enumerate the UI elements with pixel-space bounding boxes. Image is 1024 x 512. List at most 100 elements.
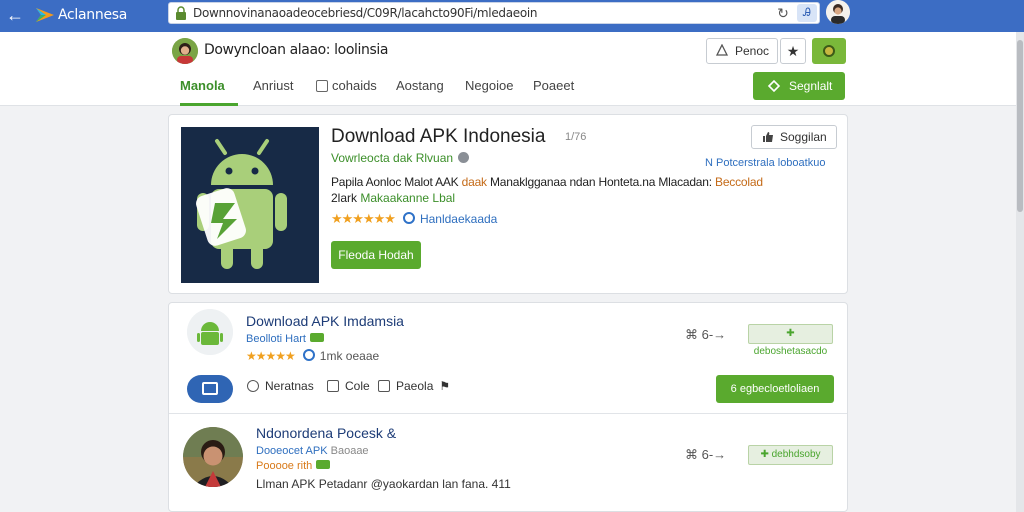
lock-icon (176, 6, 186, 20)
desc1-text-b: Manaklgganaa ndan Honteta.na Mlacadan: (486, 175, 716, 189)
scrollbar-thumb[interactable] (1017, 40, 1023, 212)
tag-icon (316, 460, 331, 469)
action-paeola[interactable]: Paeola ⚑ (378, 379, 450, 393)
desc2-text-a: 2lark (331, 191, 361, 205)
side-link[interactable]: N Potcerstrala loboatkuo (705, 157, 825, 169)
desc1-highlight-2: Beccolad (715, 175, 763, 189)
arrow-left-icon[interactable]: ← (6, 4, 24, 26)
app-subtitle: Vowrleocta dak Rlvuan (331, 151, 470, 165)
tab-negoioe[interactable]: Negoioe (465, 70, 513, 106)
android-item-icon (187, 309, 233, 355)
thumbs-up-icon (763, 132, 773, 142)
share-icon: ⌘ (685, 447, 698, 462)
person-avatar (183, 427, 243, 487)
item-1-rating: ★★★★★ 1mk oeaae (246, 349, 379, 363)
globe-icon (458, 152, 470, 163)
star-rating-icon: ★★★★★★ (331, 211, 396, 226)
item-2-title[interactable]: Ndonordena Pocesk & (256, 425, 396, 441)
action-cole-label: Cole (345, 379, 370, 393)
share-button[interactable]: Soggilan (751, 125, 837, 149)
tab-poaeet[interactable]: Poaeet (533, 70, 574, 106)
app-card: Download APK Indonesia 1/76 Vowrleocta d… (168, 114, 848, 294)
item-1-subtitle: Beolloti Hart (246, 333, 324, 345)
tab-manola[interactable]: Manola (180, 70, 238, 106)
url-bar[interactable]: Downnovinanaoadeocebriesd/C09R/lacahcto9… (168, 2, 820, 24)
app-title: Download APK Indonesia (331, 126, 546, 147)
person-photo-icon (183, 427, 243, 487)
app-list-card: Download APK Imdamsia Beolloti Hart ★★★★… (168, 302, 848, 512)
site-avatar[interactable] (172, 38, 198, 64)
tab-box-icon (316, 80, 328, 92)
tab-anriust[interactable]: Anriust (253, 70, 293, 106)
item-1-subtitle-text: Beolloti Hart (246, 333, 306, 345)
profile-avatar[interactable] (826, 0, 850, 24)
bell-icon (715, 44, 729, 56)
item-1-rating-text: 1mk oeaae (319, 349, 380, 363)
browser-toolbar: ← Aclannesa Downnovinanaoadeocebriesd/C0… (0, 0, 1024, 32)
status-button[interactable] (812, 38, 846, 64)
edit-icon (202, 382, 218, 395)
tab-cohaids[interactable]: cohaids (316, 70, 377, 106)
app-description-line-2: 2lark Makaakanne Lbal (331, 191, 455, 205)
clock-icon (247, 380, 259, 392)
app-description-line-1: Papila Aonloc Malot AAK daak Manaklggana… (331, 175, 763, 189)
app-rating-row: ★★★★★★ Hanldaekaada (331, 211, 497, 227)
tab-aostang[interactable]: Aostang (396, 70, 444, 106)
tag-icon (309, 333, 324, 342)
rating-label[interactable]: Hanldaekaada (420, 212, 497, 226)
android-robot-icon (181, 127, 319, 283)
desc1-text-a: Papila Aonloc Malot AAK (331, 175, 462, 189)
comment-icon (327, 380, 339, 392)
verified-icon (302, 349, 315, 361)
tab-cohaids-label: cohaids (332, 78, 377, 93)
item-1-title[interactable]: Download APK Imdamsia (246, 313, 404, 329)
action-neratnas[interactable]: Neratnas (247, 379, 314, 393)
url-text[interactable]: Downnovinanaoadeocebriesd/C09R/lacahcto9… (193, 3, 538, 23)
notification-button[interactable]: Penoc (706, 38, 778, 64)
arrow-right-icon: 6-→ (701, 447, 727, 462)
puzzle-icon (767, 79, 781, 93)
row-divider (169, 413, 847, 414)
app-count: 1/76 (565, 131, 587, 143)
item-2-pill[interactable]: ✚ debhdsoby (748, 445, 833, 465)
site-avatar-image (172, 38, 198, 64)
site-title: Dowyncloan alaao: loolinsia (204, 42, 389, 58)
item-2-subtitle-2-text: Pooooe rith (256, 460, 313, 472)
action-neratnas-label: Neratnas (265, 379, 314, 393)
segment-button[interactable]: Segnlalt (753, 72, 845, 100)
item-2-subtitle-2: Pooooe rith (256, 460, 331, 472)
extension-icon[interactable]: Ꭿ (797, 4, 817, 22)
reload-icon[interactable]: ↻ (775, 5, 791, 21)
item-2-description: Llman APK Petadanr @yaokardan lan fana. … (256, 477, 511, 491)
share-label: Soggilan (780, 130, 827, 144)
item-1-pill[interactable]: ✚ deboshetasacdo (748, 324, 833, 357)
checkbox-icon (378, 380, 390, 392)
android-small-icon (187, 309, 233, 355)
desc2-highlight: Makaakanne Lbal (360, 191, 456, 205)
app-logo-icon (36, 8, 54, 22)
item-2-arrow-action[interactable]: ⌘ 6-→ (685, 447, 726, 463)
profile-avatar-image (826, 0, 850, 24)
download-button[interactable]: Fleoda Hodah (331, 241, 421, 269)
item-1-stars: ★★★★★ (246, 349, 296, 363)
item-2-subtitle-text: Dooeocet APK (256, 445, 328, 457)
app-subtitle-text: Vowrleocta dak Rlvuan (331, 151, 454, 165)
action-paeola-label: Paeola (396, 379, 434, 393)
notification-label: Penoc (735, 44, 770, 58)
status-dot-icon (823, 45, 835, 57)
app-image (181, 127, 319, 283)
action-cole[interactable]: Cole (327, 379, 370, 393)
segment-label: Segnlalt (789, 79, 833, 93)
item-1-arrow-action[interactable]: ⌘ 6-→ (685, 327, 726, 343)
verified-icon (402, 212, 415, 224)
arrow-right-icon: 6-→ (701, 327, 727, 342)
share-icon: ⌘ (685, 327, 698, 342)
item-2-subtitle: Dooeocet APK Baoaae (256, 445, 369, 457)
item-2-subtitle-extra: Baoaae (330, 445, 369, 457)
browser-app-name: Aclannesa (58, 7, 128, 23)
edit-button[interactable] (187, 375, 233, 403)
star-button[interactable]: ★ (780, 38, 806, 64)
flag-icon: ⚑ (439, 379, 451, 393)
desc1-highlight: daak (461, 175, 487, 189)
item-1-green-button[interactable]: 6 egbecloetloliaen (716, 375, 834, 403)
